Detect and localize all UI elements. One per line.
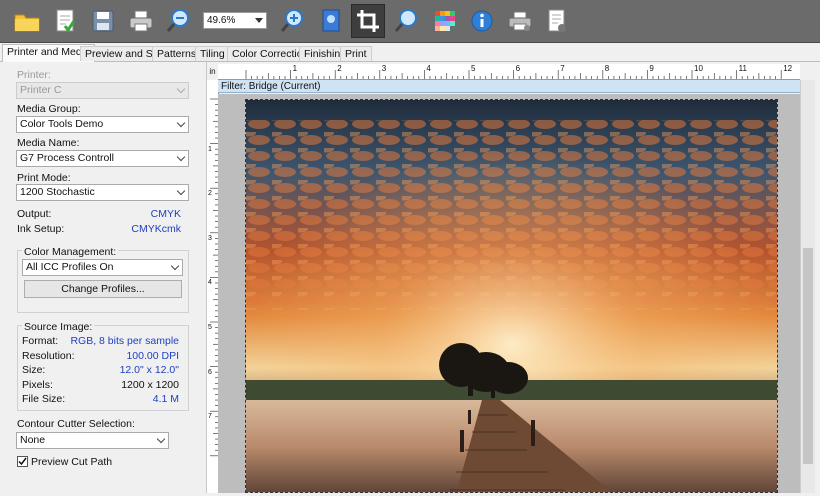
size-value: 12.0" x 12.0" [119, 364, 179, 376]
output-label: Output: [17, 208, 52, 220]
output-value: CMYK [150, 208, 181, 220]
zoom-level-select[interactable]: 49.6% [203, 12, 267, 29]
print-icon[interactable] [124, 4, 158, 38]
color-management-select[interactable]: All ICC Profiles On [22, 259, 183, 276]
chevron-down-icon [255, 18, 263, 23]
zoom-out-icon[interactable] [162, 4, 196, 38]
zoom-magnifier-icon[interactable] [390, 4, 424, 38]
media-group-select[interactable]: Color Tools Demo [16, 116, 189, 133]
ruler-label: 3 [208, 234, 212, 242]
print-mode-value: 1200 Stochastic [20, 186, 95, 198]
chevron-down-icon [156, 434, 166, 444]
vertical-scrollbar[interactable] [800, 80, 815, 493]
chevron-down-icon [176, 152, 186, 162]
ink-setup-label: Ink Setup: [17, 223, 65, 235]
checkmark-icon [18, 457, 27, 466]
pixels-label: Pixels: [22, 379, 53, 391]
ruler-label: 7 [560, 64, 565, 73]
contour-cutter-select[interactable]: None [16, 432, 169, 449]
ruler-label: 5 [471, 64, 476, 73]
resolution-label: Resolution: [22, 350, 75, 362]
file-size-value: 4.1 M [152, 393, 179, 405]
format-label: Format: [22, 335, 59, 347]
media-name-select[interactable]: G7 Process Controll [16, 150, 189, 167]
ruler-label: 2 [337, 64, 342, 73]
ink-setup-value: CMYKcmk [131, 223, 181, 235]
settings-panel: Printer: Printer C Media Group: Color To… [0, 62, 207, 493]
ruler-label: 9 [649, 64, 654, 73]
tab-patterns[interactable]: Patterns [152, 46, 202, 61]
ruler-label: 6 [515, 64, 521, 73]
chevron-down-icon [176, 118, 186, 128]
info-icon[interactable] [465, 4, 499, 38]
zoom-level-value: 49.6% [207, 15, 236, 26]
media-group-label: Media Group: [17, 103, 81, 115]
chevron-down-icon [170, 261, 180, 271]
color-management-value: All ICC Profiles On [26, 261, 114, 273]
printer-settings-icon[interactable] [503, 4, 537, 38]
tab-print[interactable]: Print [340, 46, 372, 61]
preview-cut-path-label: Preview Cut Path [31, 456, 113, 468]
contour-cutter-value: None [20, 434, 46, 446]
ruler-label: 3 [381, 64, 387, 73]
save-icon[interactable] [86, 4, 120, 38]
tab-bar: Printer and Media Preview and Size Patte… [0, 44, 820, 62]
fit-page-icon[interactable] [314, 4, 348, 38]
media-group-value: Color Tools Demo [20, 118, 104, 130]
format-value: RGB, 8 bits per sample [70, 335, 179, 347]
crop-icon[interactable] [351, 4, 385, 38]
color-grid-icon[interactable] [428, 4, 462, 38]
change-profiles-button[interactable]: Change Profiles... [24, 280, 182, 298]
tab-tiling[interactable]: Tiling [195, 46, 230, 61]
zoom-in-icon[interactable] [276, 4, 310, 38]
ruler-label: 1 [208, 145, 212, 153]
size-label: Size: [22, 364, 46, 376]
ruler-label: 11 [738, 64, 747, 73]
color-management-label: Color Management: [22, 246, 119, 258]
chevron-down-icon [176, 186, 186, 196]
preview-cut-path-checkbox[interactable] [17, 456, 28, 467]
open-folder-icon[interactable] [10, 4, 44, 38]
filter-status-bar: Filter: Bridge (Current) [218, 80, 800, 93]
job-properties-icon[interactable] [540, 4, 574, 38]
resolution-value: 100.00 DPI [126, 350, 179, 362]
left-ruler-ticks [210, 98, 218, 457]
ruler-label: 1 [292, 64, 298, 73]
pixels-value: 1200 x 1200 [121, 379, 179, 391]
print-mode-select[interactable]: 1200 Stochastic [16, 184, 189, 201]
ruler-label: 4 [426, 64, 431, 73]
ruler-unit: in [209, 67, 216, 76]
scrollbar-thumb[interactable] [803, 248, 813, 464]
ruler-label: 7 [208, 413, 212, 421]
media-name-label: Media Name: [17, 137, 80, 149]
chevron-down-icon [176, 84, 186, 94]
printer-value: Printer C [20, 84, 62, 96]
ruler-label: 2 [208, 190, 212, 198]
ruler-label: 12 [783, 64, 793, 73]
printer-select: Printer C [16, 82, 189, 99]
source-image-label: Source Image: [22, 321, 95, 333]
ruler-label: 4 [208, 279, 212, 287]
top-ruler-ticks [245, 70, 782, 79]
ruler-label: 10 [694, 64, 703, 73]
print-mode-label: Print Mode: [17, 172, 71, 184]
ruler-label: 6 [208, 368, 212, 376]
top-ruler: 1 2 3 4 5 6 7 8 9 10 11 12 [218, 64, 800, 80]
preview-image[interactable] [245, 99, 778, 493]
contour-cutter-label: Contour Cutter Selection: [17, 418, 135, 430]
document-check-icon[interactable] [48, 4, 82, 38]
file-size-label: File Size: [22, 393, 66, 405]
printer-label: Printer: [17, 69, 51, 81]
sunset-pier-image [246, 100, 777, 492]
media-name-value: G7 Process Controll [20, 152, 114, 164]
main-toolbar: 49.6% [0, 0, 820, 43]
ruler-label: 8 [604, 64, 610, 73]
ruler-label: 5 [208, 324, 212, 331]
